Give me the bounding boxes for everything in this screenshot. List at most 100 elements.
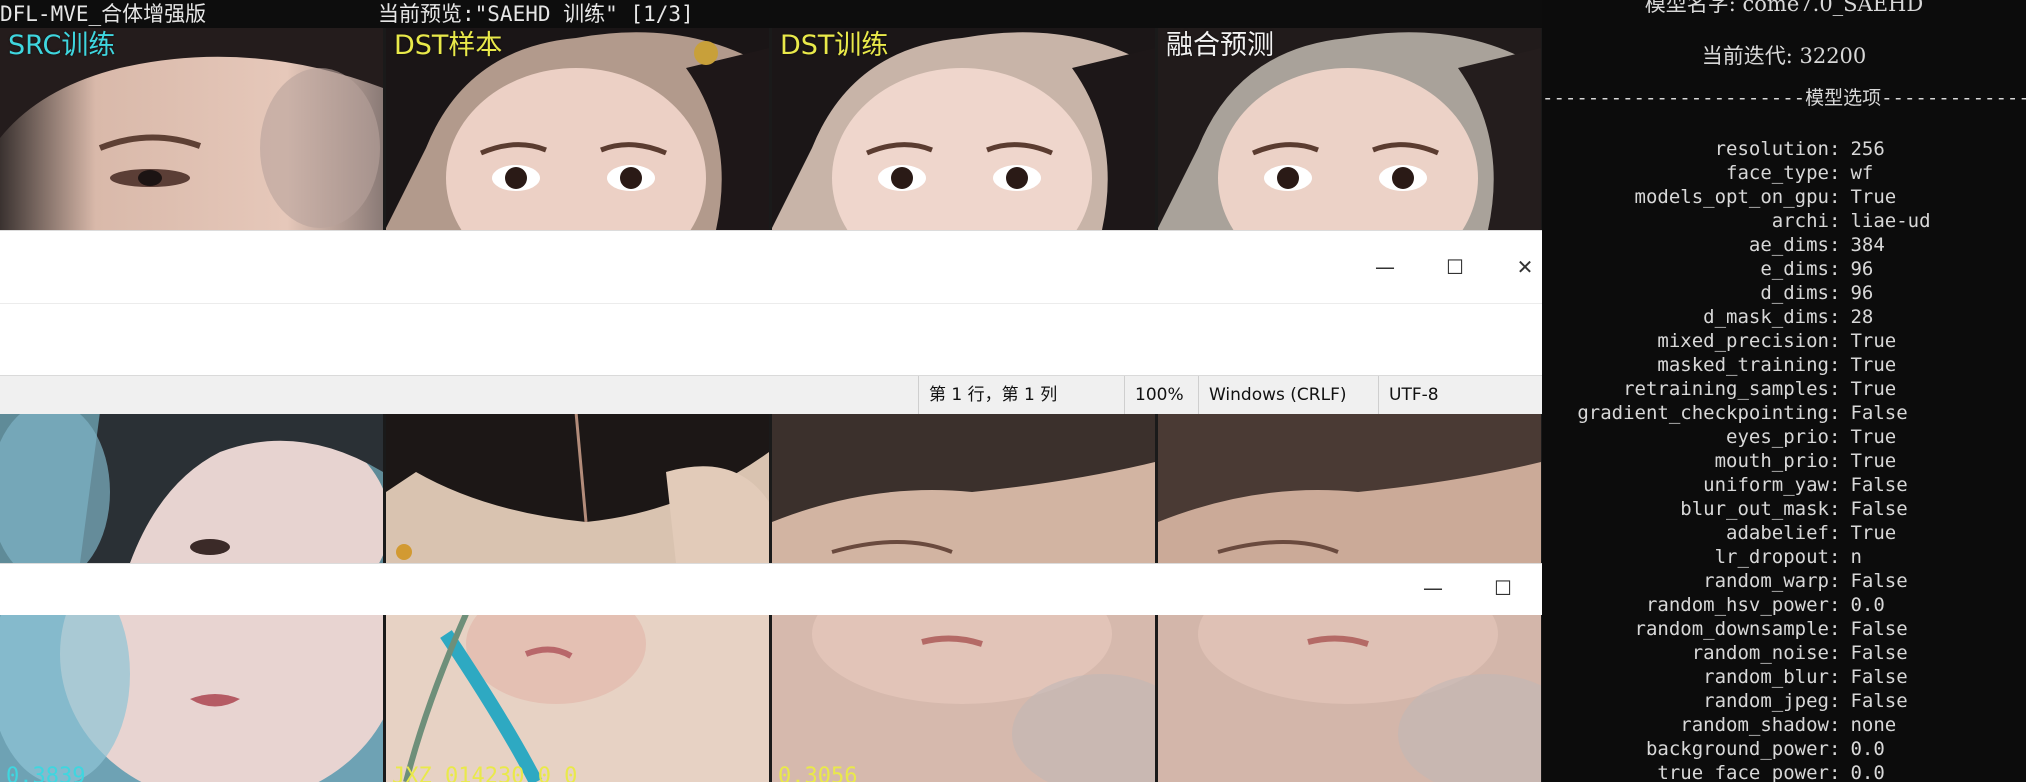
option-value: 96 [1850, 282, 1874, 304]
option-key: random_noise [1691, 642, 1829, 664]
sample-loss-label: 0.3839 [6, 764, 86, 782]
column-label-src-train: SRC训练 [8, 30, 116, 61]
option-separator: : [1829, 282, 1841, 304]
option-row: mixed_precision: True [1542, 329, 2026, 353]
option-row: random_blur: False [1542, 665, 2026, 689]
face-image [1158, 412, 1541, 563]
close-button[interactable]: ✕ [1500, 247, 1542, 287]
option-value: True [1850, 378, 1897, 400]
option-value: n [1850, 546, 1862, 568]
option-key: d_dims [1760, 282, 1829, 304]
iteration-line: 当前迭代: 32200 [1701, 44, 1867, 68]
option-key: eyes_prio [1726, 426, 1829, 448]
option-row: random_downsample: False [1542, 617, 2026, 641]
option-separator: : [1829, 570, 1841, 592]
notepad-window[interactable]: — ☐ ✕ 第 1 行，第 1 列 100% Windows (CRLF) UT… [0, 230, 1542, 414]
option-value: 28 [1850, 306, 1874, 328]
option-separator: : [1829, 594, 1841, 616]
option-row: ae_dims: 384 [1542, 233, 2026, 257]
face-image [0, 412, 383, 563]
notepad-title-bar[interactable]: — ☐ ✕ [0, 231, 1542, 304]
option-value: True [1850, 450, 1897, 472]
status-bar: 第 1 行，第 1 列 100% Windows (CRLF) UTF-8 [0, 375, 1542, 414]
option-key: random_jpeg [1703, 690, 1829, 712]
option-key: random_blur [1703, 666, 1829, 688]
option-key: resolution [1714, 138, 1829, 160]
option-row: models_opt_on_gpu: True [1542, 185, 2026, 209]
option-value: 96 [1850, 258, 1874, 280]
option-key: blur_out_mask [1680, 498, 1829, 520]
option-key: retraining_samples [1623, 378, 1829, 400]
option-row: blur_out_mask: False [1542, 497, 2026, 521]
preview-cell-src-train-row3: 0.3839 [0, 614, 383, 782]
option-row: face_type: wf [1542, 161, 2026, 185]
option-separator: : [1829, 642, 1841, 664]
option-separator: : [1829, 234, 1841, 256]
option-separator: : [1829, 690, 1841, 712]
option-row: random_hsv_power: 0.0 [1542, 593, 2026, 617]
zoom-level: 100% [1124, 376, 1198, 414]
option-separator: : [1829, 714, 1841, 736]
console-window[interactable]: 模型名字: come7.0_SAEHD 当前迭代: 32200 --------… [1542, 0, 2026, 782]
option-row: masked_training: True [1542, 353, 2026, 377]
option-row: retraining_samples: True [1542, 377, 2026, 401]
option-key: models_opt_on_gpu [1634, 186, 1829, 208]
option-value: True [1850, 354, 1897, 376]
option-separator: : [1829, 306, 1841, 328]
option-separator: : [1829, 354, 1841, 376]
preview-cell-merged-row3 [1158, 614, 1541, 782]
option-value: True [1850, 186, 1897, 208]
option-value: False [1850, 498, 1908, 520]
option-separator: : [1829, 738, 1841, 760]
option-key: mixed_precision [1657, 330, 1829, 352]
option-row: adabelief: True [1542, 521, 2026, 545]
option-separator: : [1829, 498, 1841, 520]
preview-window[interactable]: DFL-MVE_合体增强版 当前预览:"SAEHD 训练" [1/3] SRC训… [0, 0, 1542, 782]
option-separator: : [1829, 402, 1841, 424]
preview-cell-merged-row2 [1158, 412, 1541, 563]
face-image [772, 614, 1155, 782]
option-separator: : [1829, 522, 1841, 544]
option-row: random_noise: False [1542, 641, 2026, 665]
column-label-merged: 融合预测 [1166, 30, 1274, 61]
preview-cell-src-train-row1: SRC训练 [0, 28, 383, 230]
face-image [386, 412, 769, 563]
column-label-dst-sample: DST样本 [394, 30, 503, 61]
option-row: uniform_yaw: False [1542, 473, 2026, 497]
option-key: random_warp [1703, 570, 1829, 592]
option-value: none [1850, 714, 1897, 736]
option-key: uniform_yaw [1703, 474, 1829, 496]
option-row: mouth_prio: True [1542, 449, 2026, 473]
option-value: True [1850, 522, 1897, 544]
model-name-line: 模型名字: come7.0_SAEHD [1644, 0, 1924, 16]
option-key: adabelief [1726, 522, 1829, 544]
preview-cell-src-train-row2 [0, 412, 383, 563]
preview-cell-dst-sample-row2 [386, 412, 769, 563]
preview-mode-label: 当前预览:"SAEHD 训练" [1/3] [378, 2, 694, 26]
minimize-button[interactable]: — [1408, 568, 1458, 608]
text-editor-area[interactable] [0, 304, 1542, 384]
option-row: d_mask_dims: 28 [1542, 305, 2026, 329]
option-row: lr_dropout: n [1542, 545, 2026, 569]
sample-filename-label: JXZ_014230_0_0 [392, 764, 578, 782]
option-value: 0.0 [1850, 738, 1885, 760]
line-ending: Windows (CRLF) [1198, 376, 1378, 414]
column-label-dst-train: DST训练 [780, 30, 889, 61]
option-key: e_dims [1760, 258, 1829, 280]
option-separator: : [1829, 210, 1841, 232]
cursor-position: 第 1 行，第 1 列 [918, 376, 1124, 414]
option-value: True [1850, 426, 1897, 448]
option-key: d_mask_dims [1703, 306, 1829, 328]
preview-title-bar: DFL-MVE_合体增强版 当前预览:"SAEHD 训练" [1/3] [0, 0, 1542, 28]
maximize-button[interactable]: ☐ [1430, 247, 1480, 287]
option-separator: : [1829, 666, 1841, 688]
preview-cell-merged-row1: 融合预测 [1158, 28, 1541, 230]
option-key: background_power [1645, 738, 1829, 760]
maximize-button[interactable]: ☐ [1478, 568, 1528, 608]
notepad-window-2[interactable]: — ☐ [0, 563, 1542, 615]
model-options-list: resolution: 256 face_type: wf models_opt_on_… [1542, 137, 2026, 782]
minimize-button[interactable]: — [1360, 247, 1410, 287]
option-key: masked_training [1657, 354, 1829, 376]
option-separator: : [1829, 162, 1841, 184]
option-value: liae-ud [1850, 210, 1931, 232]
